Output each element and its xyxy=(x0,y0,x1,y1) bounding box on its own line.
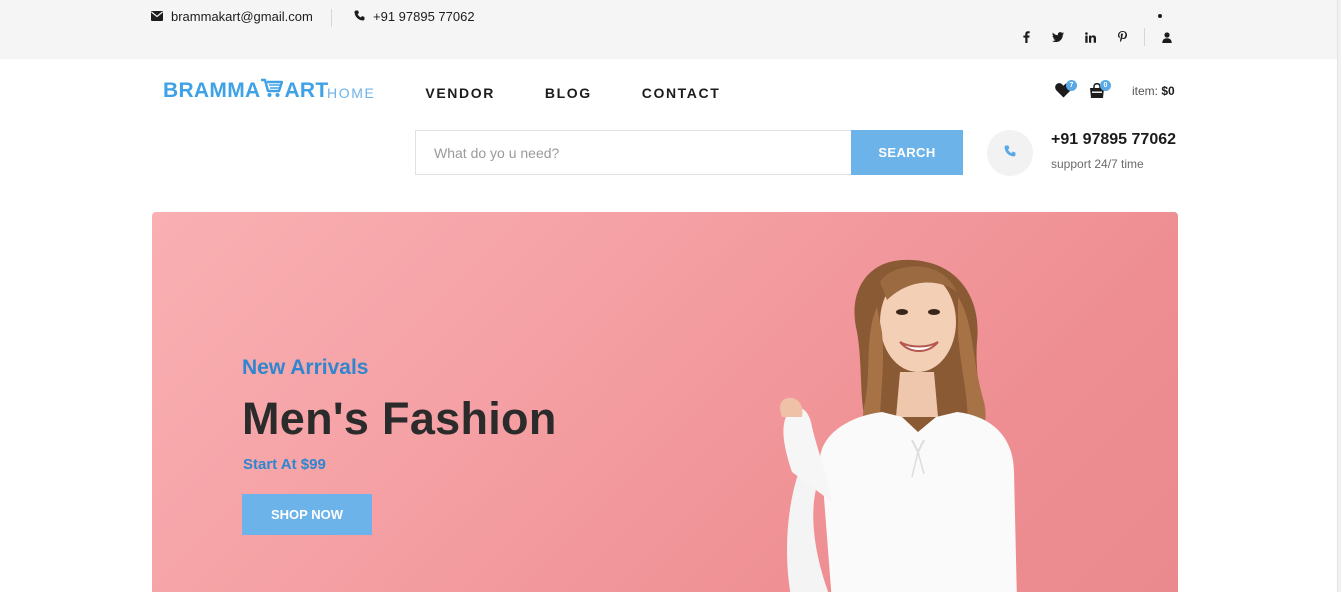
pinterest-icon[interactable] xyxy=(1106,29,1138,45)
wishlist-button[interactable]: 7 xyxy=(1055,80,1077,99)
nav-home[interactable]: HOME xyxy=(327,85,375,101)
top-email-text: brammakart@gmail.com xyxy=(171,9,313,24)
hero-price: Start At $99 xyxy=(243,456,326,473)
phone-icon xyxy=(1004,144,1016,162)
search-input[interactable] xyxy=(415,130,851,175)
twitter-icon[interactable] xyxy=(1042,29,1074,45)
support-phone-number[interactable]: +91 97895 77062 xyxy=(1051,131,1176,149)
nav-vendor[interactable]: VENDOR xyxy=(425,85,495,101)
shop-now-button[interactable]: SHOP NOW xyxy=(242,494,372,535)
envelope-icon xyxy=(151,9,163,24)
nav-contact[interactable]: CONTACT xyxy=(642,85,721,101)
linkedin-icon[interactable] xyxy=(1074,29,1106,45)
logo-cart-icon xyxy=(261,78,284,104)
top-phone-text: +91 97895 77062 xyxy=(373,9,475,24)
logo-text-right: ART xyxy=(284,79,329,102)
support-phone-circle xyxy=(987,130,1033,176)
phone-icon xyxy=(354,9,365,24)
hero-title: Men's Fashion xyxy=(242,393,557,444)
cart-total-label: item: xyxy=(1132,84,1159,98)
nav-blog[interactable]: BLOG xyxy=(545,85,592,101)
support-hours-text: support 24/7 time xyxy=(1051,157,1144,171)
hero-model-image xyxy=(780,259,1017,592)
header-icons: 7 0 xyxy=(1055,80,1123,99)
top-email[interactable]: brammakart@gmail.com xyxy=(151,9,313,24)
search-button[interactable]: SEARCH xyxy=(851,130,963,175)
facebook-icon[interactable] xyxy=(1010,29,1042,45)
social-divider xyxy=(1144,28,1145,46)
cart-count-badge: 0 xyxy=(1100,80,1111,91)
top-bar: brammakart@gmail.com +91 97895 77062 xyxy=(0,0,1341,59)
wishlist-count-badge: 7 xyxy=(1066,80,1077,91)
social-links xyxy=(1010,28,1183,46)
top-phone[interactable]: +91 97895 77062 xyxy=(354,9,475,24)
user-icon[interactable] xyxy=(1151,29,1183,45)
cart-button[interactable]: 0 xyxy=(1089,80,1111,99)
page-scrollbar[interactable] xyxy=(1337,0,1341,592)
cart-total[interactable]: item: $0 xyxy=(1132,84,1175,98)
cart-total-value: $0 xyxy=(1161,84,1175,98)
logo-text-left: BRAMMA xyxy=(163,79,261,102)
brand-logo[interactable]: BRAMMA ART xyxy=(163,78,329,104)
menu-dot xyxy=(1158,14,1162,18)
top-divider xyxy=(331,9,332,27)
main-nav: HOME VENDOR BLOG CONTACT xyxy=(327,85,770,101)
hero-banner: New Arrivals Men's Fashion Start At $99 … xyxy=(152,212,1178,592)
hero-eyebrow: New Arrivals xyxy=(242,356,369,379)
